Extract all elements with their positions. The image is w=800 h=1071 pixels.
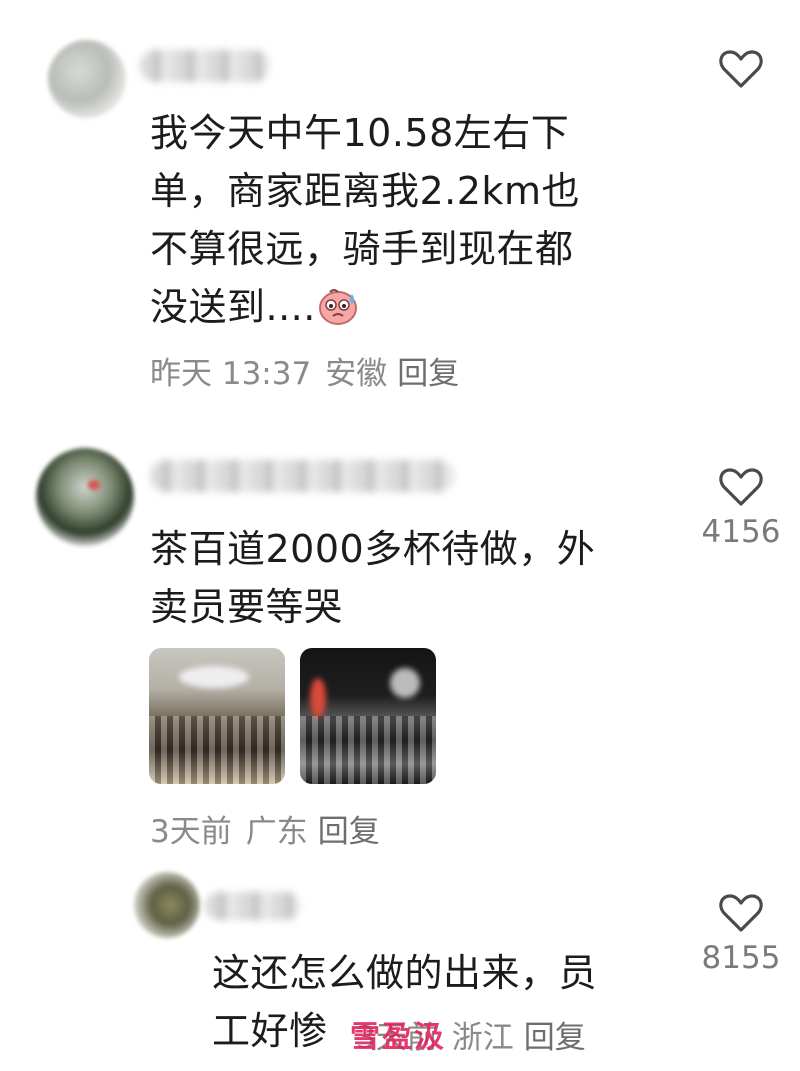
avatar-detail bbox=[88, 480, 100, 490]
comment-line: 我今天中午10.58左右下 bbox=[150, 111, 570, 155]
watermark: 雪盈汲 bbox=[350, 1020, 446, 1055]
comment-date: 昨天 13:37 bbox=[150, 356, 312, 392]
comment-text: 我今天中午10.58左右下 单，商家距离我2.2km也 不算很远，骑手到现在都 … bbox=[150, 104, 690, 336]
avatar[interactable] bbox=[48, 40, 126, 118]
reply-button[interactable]: 回复 bbox=[524, 1020, 586, 1056]
sweating-face-emoji-icon bbox=[316, 284, 360, 325]
comment-line-with-emoji: 没送到.... bbox=[150, 278, 690, 336]
like-button[interactable] bbox=[696, 48, 786, 96]
comment-location: 浙江 bbox=[451, 1020, 514, 1056]
avatar[interactable] bbox=[134, 872, 200, 938]
avatar[interactable] bbox=[36, 448, 134, 546]
comment-line: 不算很远，骑手到现在都 bbox=[150, 227, 574, 271]
like-count: 8155 bbox=[701, 940, 781, 976]
comment-line: 没送到.... bbox=[150, 285, 316, 329]
heart-outline-icon bbox=[719, 468, 763, 506]
username-blurred[interactable] bbox=[150, 460, 455, 492]
like-button[interactable]: 8155 bbox=[696, 892, 786, 976]
reply-button[interactable]: 回复 bbox=[318, 814, 380, 850]
comment-image-crowd-indoor[interactable] bbox=[149, 648, 285, 784]
username-blurred[interactable] bbox=[140, 50, 270, 82]
like-count: 4156 bbox=[701, 514, 781, 550]
comment-line: 单，商家距离我2.2km也 bbox=[150, 169, 580, 213]
comment-meta: 昨天 13:37 安徽 回复 bbox=[150, 348, 459, 393]
comment-meta: 3天前 广东 回复 bbox=[150, 806, 380, 851]
comment-date: 3天前 bbox=[150, 814, 232, 850]
comment-line: 卖员要等哭 bbox=[150, 585, 343, 629]
comment-list: 我今天中午10.58左右下 单，商家距离我2.2km也 不算很远，骑手到现在都 … bbox=[0, 0, 800, 1071]
reply-button[interactable]: 回复 bbox=[397, 356, 459, 392]
like-button[interactable]: 4156 bbox=[696, 466, 786, 550]
comment-line: 这还怎么做的出来，员 bbox=[212, 951, 598, 995]
comment-location: 安徽 bbox=[325, 356, 388, 392]
heart-outline-icon bbox=[719, 50, 763, 88]
username-blurred[interactable] bbox=[205, 892, 300, 920]
comment-image-crowd-night[interactable] bbox=[300, 648, 436, 784]
heart-outline-icon bbox=[719, 894, 763, 932]
comment-location: 广东 bbox=[245, 814, 308, 850]
comment-text: 茶百道2000多杯待做，外 卖员要等哭 bbox=[150, 520, 690, 636]
comment-line: 茶百道2000多杯待做，外 bbox=[150, 527, 596, 571]
